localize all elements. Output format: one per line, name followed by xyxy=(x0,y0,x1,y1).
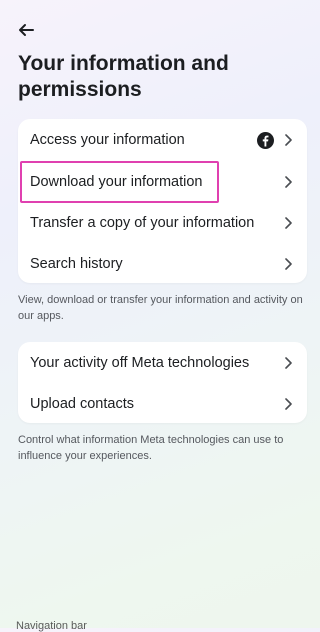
activity-card: Your activity off Meta technologies Uplo… xyxy=(18,342,307,423)
search-history-item[interactable]: Search history xyxy=(18,244,307,284)
chevron-right-icon xyxy=(285,217,292,229)
item-label: Upload contacts xyxy=(30,396,134,412)
facebook-icon xyxy=(257,131,274,149)
highlight-box xyxy=(20,161,219,203)
navigation-bar: Navigation bar xyxy=(16,620,87,632)
item-label: Your activity off Meta technologies xyxy=(30,355,250,371)
chevron-right-icon xyxy=(285,176,292,188)
chevron-right-icon xyxy=(285,357,292,369)
chevron-right-icon xyxy=(285,258,292,270)
access-your-information-item[interactable]: Access your information xyxy=(18,120,307,160)
section2-description: Control what information Meta technologi… xyxy=(18,434,284,462)
upload-contacts-item[interactable]: Upload contacts xyxy=(18,384,307,424)
transfer-copy-item[interactable]: Transfer a copy of your information xyxy=(18,203,307,243)
activity-off-meta-item[interactable]: Your activity off Meta technologies xyxy=(18,343,307,383)
item-label: Transfer a copy of your information xyxy=(30,215,255,231)
page-title: Your information and permissions xyxy=(18,52,229,101)
item-label: Access your information xyxy=(30,132,185,148)
chevron-right-icon xyxy=(285,134,292,146)
item-label: Search history xyxy=(30,256,123,272)
section1-description: View, download or transfer your informat… xyxy=(18,294,303,322)
chevron-right-icon xyxy=(285,398,292,410)
back-arrow-icon[interactable] xyxy=(16,20,36,40)
screen: Your information and permissions Access … xyxy=(2,0,318,632)
